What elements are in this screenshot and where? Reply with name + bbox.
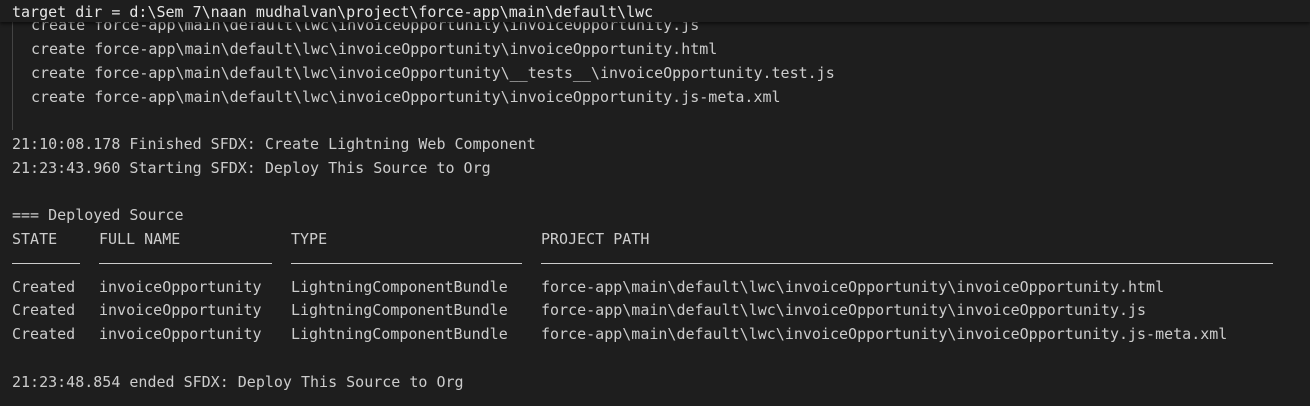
create-line-meta: create force-app\main\default\lwc\invoic… [31, 88, 781, 106]
cell-project-path: force-app\main\default\lwc\invoiceOpport… [541, 325, 1228, 343]
cell-type: LightningComponentBundle [291, 278, 508, 296]
header-state: STATE [12, 230, 58, 248]
cell-full-name: invoiceOpportunity [99, 301, 262, 319]
header-project-path: PROJECT PATH [541, 230, 650, 248]
cell-state: Created [12, 301, 76, 319]
cell-type: LightningComponentBundle [291, 301, 508, 319]
log-ended-line: 21:23:48.854 ended SFDX: Deploy This Sou… [12, 373, 464, 391]
cell-project-path: force-app\main\default\lwc\invoiceOpport… [541, 278, 1165, 296]
header-full-name: FULL NAME [99, 230, 181, 248]
sticky-scroll-header[interactable]: target dir = d:\Sem 7\naan mudhalvan\pro… [0, 0, 1310, 22]
create-line-html: create force-app\main\default\lwc\invoic… [31, 40, 718, 58]
output-group-indent-guide [12, 22, 13, 130]
log-starting-line: 21:23:43.960 Starting SFDX: Deploy This … [12, 159, 491, 177]
cell-project-path: force-app\main\default\lwc\invoiceOpport… [541, 301, 1147, 319]
header-underline-project-path [541, 263, 1273, 264]
header-underline-full-name [99, 263, 272, 264]
cell-state: Created [12, 278, 76, 296]
section-title: === Deployed Source [12, 206, 184, 224]
header-underline-state [12, 263, 80, 264]
cell-type: LightningComponentBundle [291, 325, 508, 343]
target-dir-line: target dir = d:\Sem 7\naan mudhalvan\pro… [12, 3, 654, 21]
create-line-test: create force-app\main\default\lwc\invoic… [31, 64, 835, 82]
terminal-output[interactable]: create force-app\main\default\lwc\invoic… [0, 0, 1310, 406]
log-finished-line: 21:10:08.178 Finished SFDX: Create Light… [12, 135, 536, 153]
cell-full-name: invoiceOpportunity [99, 325, 262, 343]
cell-full-name: invoiceOpportunity [99, 278, 262, 296]
header-type: TYPE [291, 230, 328, 248]
cell-state: Created [12, 325, 76, 343]
header-underline-type [291, 263, 522, 264]
